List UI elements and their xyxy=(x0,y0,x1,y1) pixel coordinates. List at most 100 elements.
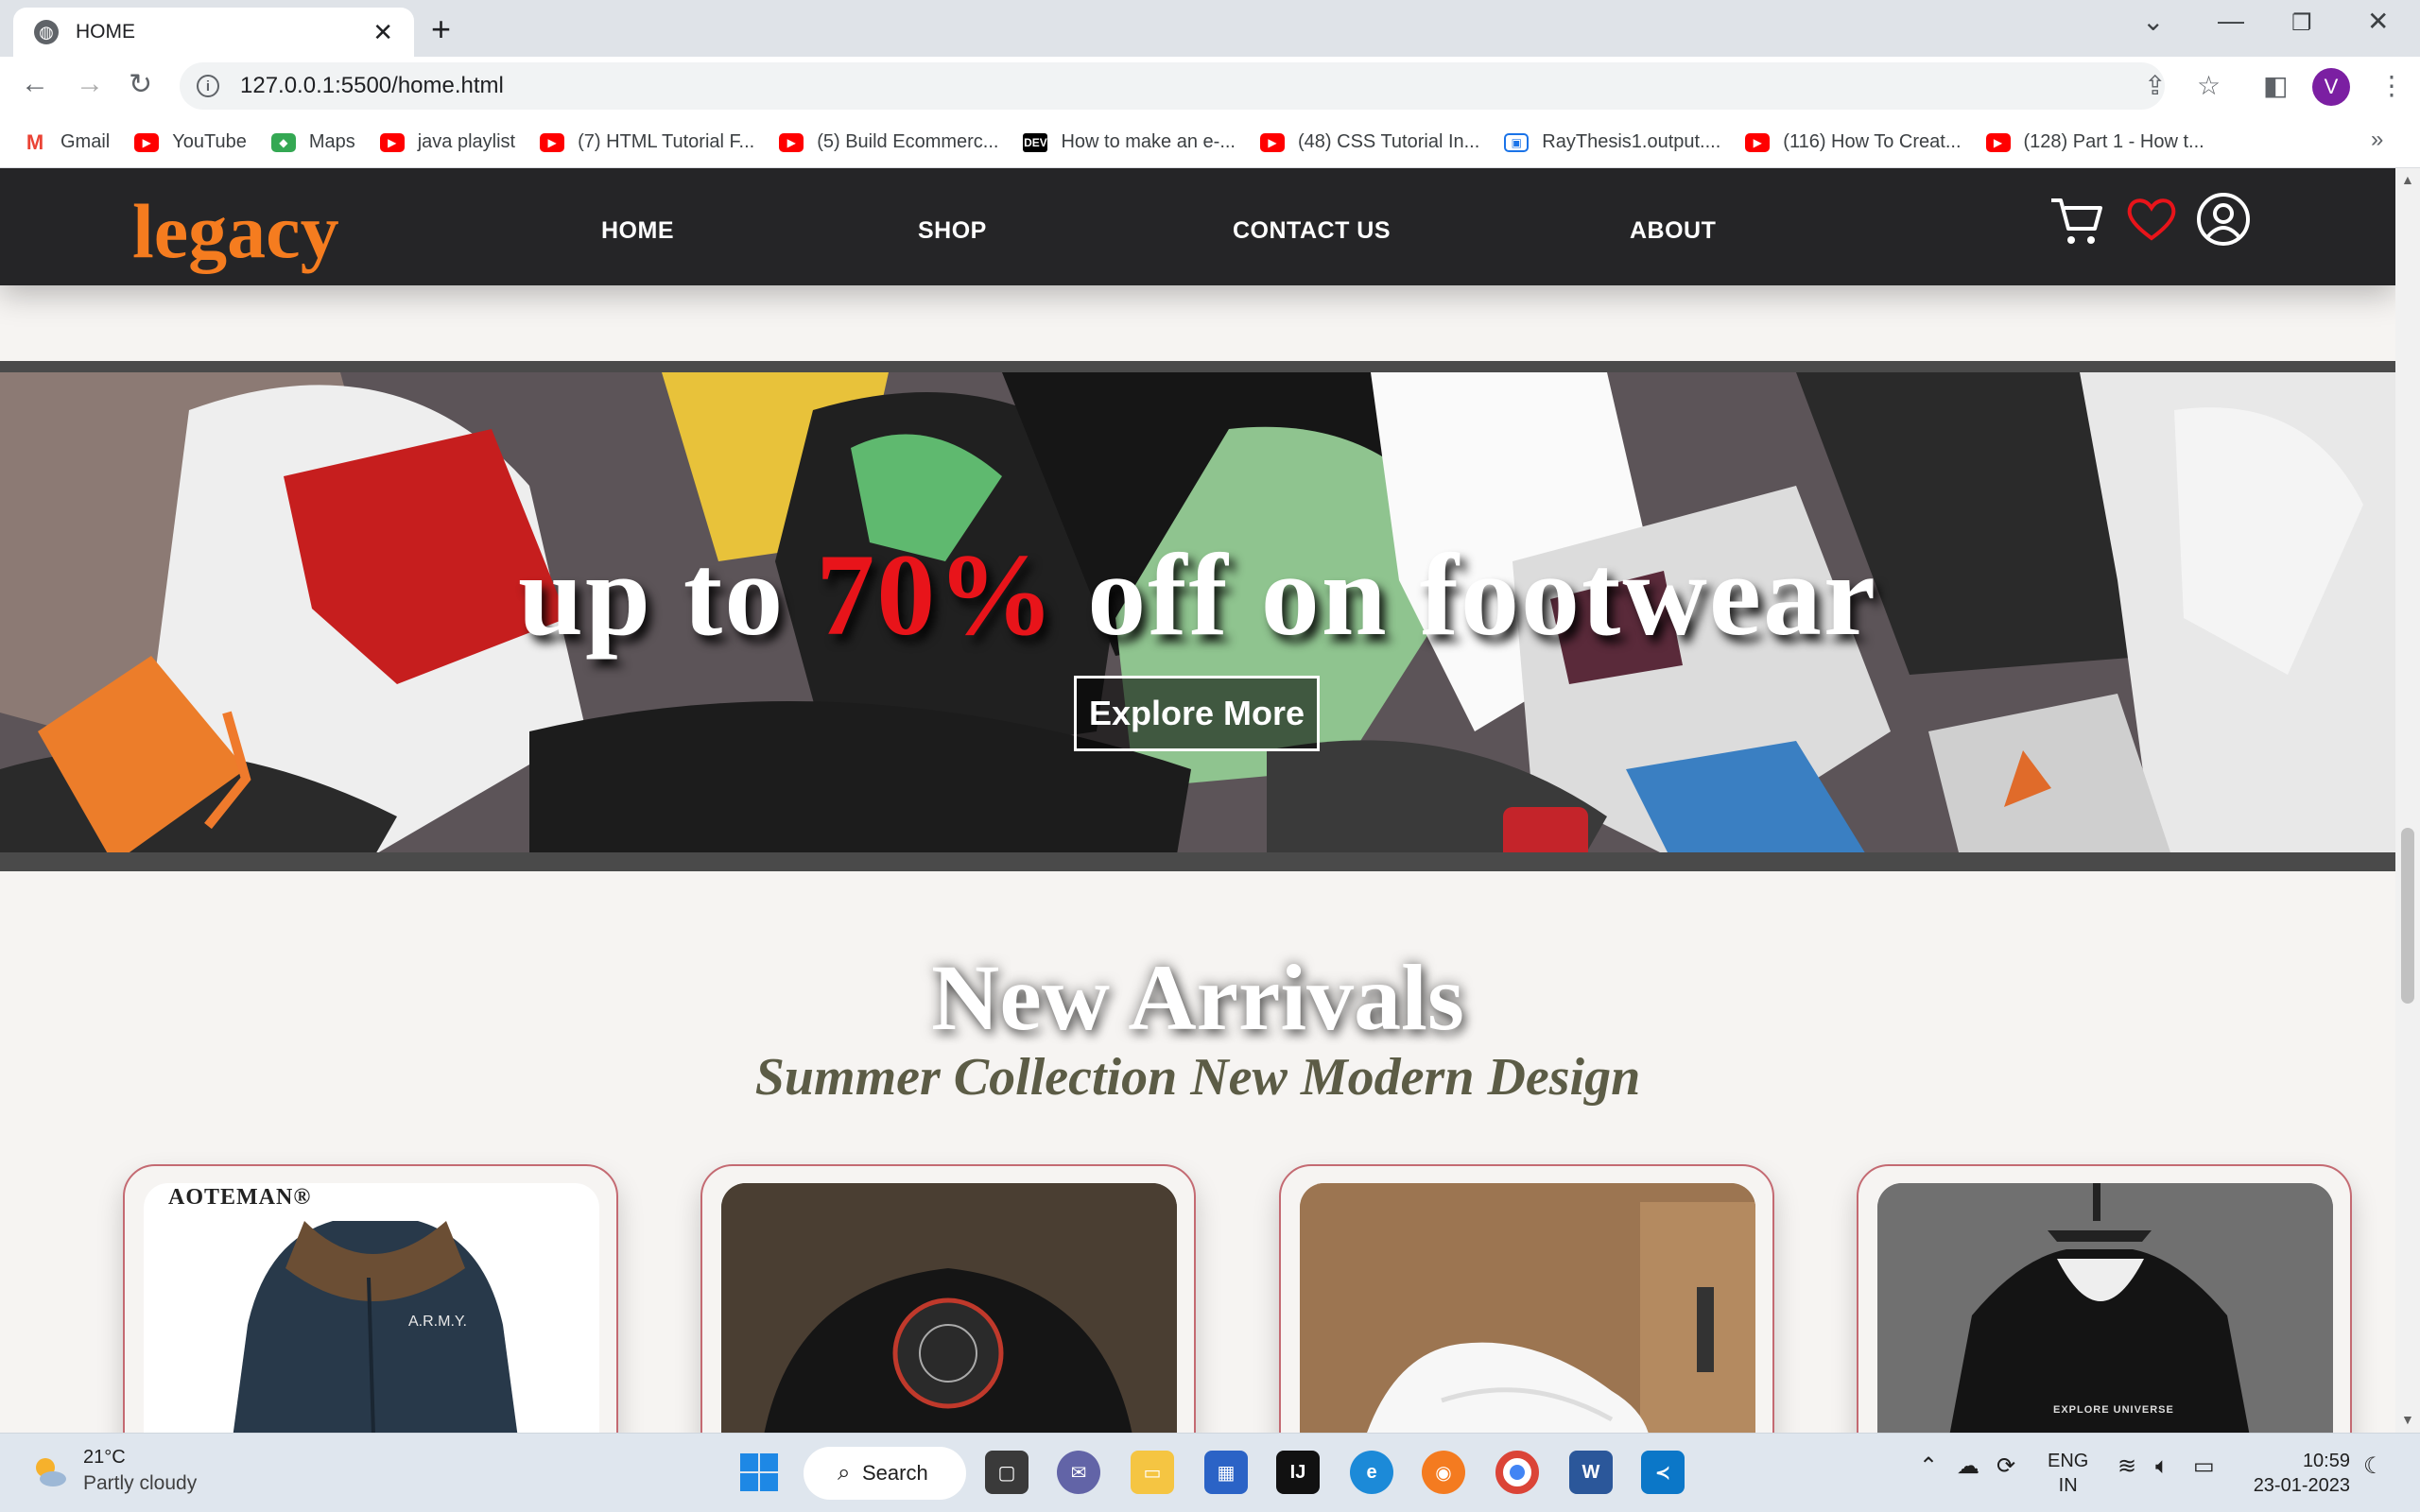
new-tab-button[interactable]: + xyxy=(431,9,451,49)
product-card[interactable] xyxy=(1279,1164,1774,1433)
bookmark-label: java playlist xyxy=(417,131,516,152)
close-tab-icon[interactable]: ✕ xyxy=(372,18,393,47)
heart-wishlist-icon[interactable] xyxy=(2125,195,2178,244)
site-info-icon[interactable]: i xyxy=(197,75,219,97)
bookmark-item[interactable]: M Gmail xyxy=(23,130,110,154)
file-explorer-icon[interactable]: ▭ xyxy=(1131,1451,1174,1494)
url-text: 127.0.0.1:5500/home.html xyxy=(240,73,504,98)
menu-kebab-icon[interactable]: ⋮ xyxy=(2378,70,2405,101)
product-jacket-tag: A.R.M.Y. xyxy=(408,1314,467,1330)
youtube-icon: ▶ xyxy=(540,132,565,152)
bookmark-item[interactable]: DEV How to make an e-... xyxy=(1023,131,1236,153)
tray-overflow-chevron-icon[interactable]: ⌃ xyxy=(1919,1454,1938,1479)
language-indicator[interactable]: ENG IN xyxy=(2048,1449,2088,1498)
word-icon[interactable]: W xyxy=(1569,1451,1613,1494)
hero-headline: up to 70% off on footwear xyxy=(0,528,2395,662)
nav-link-about[interactable]: ABOUT xyxy=(1630,217,1716,245)
nav-link-home[interactable]: HOME xyxy=(601,217,674,245)
cap-illustration xyxy=(721,1183,1177,1433)
bookmark-item[interactable]: ◆ Maps xyxy=(270,131,355,153)
teams-chat-icon[interactable]: ✉ xyxy=(1057,1451,1100,1494)
bookmark-item[interactable]: ▶ java playlist xyxy=(379,131,516,153)
product-image-sneaker xyxy=(1300,1183,1755,1433)
bookmarks-bar: M Gmail ▶ YouTube ◆ Maps ▶ java playlist ▶ (7) HT… xyxy=(0,117,2420,168)
reload-icon[interactable]: ↻ xyxy=(129,68,152,101)
profile-avatar[interactable]: V xyxy=(2312,68,2350,106)
bookmark-label: Maps xyxy=(308,131,355,152)
page-scrollbar[interactable]: ▲ ▼ xyxy=(2395,168,2420,1433)
minimize-icon[interactable]: — xyxy=(2218,6,2244,36)
bookmark-star-icon[interactable]: ☆ xyxy=(2197,70,2221,101)
bookmark-label: (48) CSS Tutorial In... xyxy=(1298,131,1480,152)
onedrive-cloud-icon[interactable]: ☁ xyxy=(1957,1454,1979,1479)
language-region: IN xyxy=(2058,1475,2078,1496)
product-card[interactable]: EXPLORE UNIVERSE xyxy=(1857,1164,2352,1433)
notifications-moon-icon[interactable]: ☾ xyxy=(2363,1454,2384,1479)
scroll-up-arrow-icon[interactable]: ▲ xyxy=(2401,172,2414,187)
clock-time: 10:59 xyxy=(2302,1451,2350,1471)
side-panel-icon[interactable]: ◧ xyxy=(2263,70,2288,101)
hoodie-illustration xyxy=(1877,1183,2333,1433)
clock-date: 23-01-2023 xyxy=(2253,1475,2350,1496)
bookmark-item[interactable]: ▶ (7) HTML Tutorial F... xyxy=(540,131,754,153)
browser-tab-home[interactable]: ◍ HOME ✕ xyxy=(13,8,414,57)
clock[interactable]: 10:59 23-01-2023 xyxy=(2246,1449,2350,1498)
hero-banner: up to 70% off on footwear xyxy=(0,361,2395,871)
product-brand-label: AOTEMAN® xyxy=(168,1185,312,1210)
product-hoodie-tag: EXPLORE UNIVERSE xyxy=(2053,1404,2174,1416)
back-arrow-icon[interactable]: ← xyxy=(21,68,49,100)
bookmark-item[interactable]: ▶ YouTube xyxy=(134,131,247,153)
nav-link-contact[interactable]: CONTACT US xyxy=(1233,217,1391,245)
bookmark-item[interactable]: ▶ (48) CSS Tutorial In... xyxy=(1260,131,1479,153)
volume-icon[interactable]: 🔈︎ xyxy=(2155,1454,2169,1479)
vscode-icon[interactable]: ≺ xyxy=(1641,1451,1685,1494)
taskbar-search[interactable]: ⌕ Search xyxy=(804,1447,966,1500)
nav-link-shop[interactable]: SHOP xyxy=(918,217,987,245)
share-icon[interactable]: ⇪ xyxy=(2144,70,2166,101)
youtube-icon: ▶ xyxy=(134,132,160,152)
bookmark-label: How to make an e-... xyxy=(1061,131,1236,152)
battery-icon[interactable]: ▭ xyxy=(2193,1454,2215,1479)
scrollbar-thumb[interactable] xyxy=(2401,828,2414,1004)
jacket-illustration xyxy=(233,1221,518,1433)
bookmark-item[interactable]: ▶ (5) Build Ecommerc... xyxy=(779,131,998,153)
product-card[interactable] xyxy=(700,1164,1196,1433)
chrome-icon[interactable] xyxy=(1495,1451,1539,1494)
windows-taskbar: 21°C Partly cloudy ⌕ Search ▢ ✉ ▭ ▦ IJ e… xyxy=(0,1433,2420,1512)
bookmark-item[interactable]: ▶ (116) How To Creat... xyxy=(1745,131,1962,153)
bookmark-label: (5) Build Ecommerc... xyxy=(817,131,999,152)
site-logo[interactable]: legacy xyxy=(132,187,339,276)
weather-temperature: 21°C xyxy=(83,1447,126,1468)
close-window-icon[interactable]: ✕ xyxy=(2367,6,2389,37)
bookmarks-more-icon[interactable]: » xyxy=(2371,127,2399,153)
new-arrivals-subtitle: Summer Collection New Modern Design xyxy=(754,1048,1641,1107)
user-account-icon[interactable] xyxy=(2195,191,2252,248)
restore-icon[interactable]: ❐ xyxy=(2291,9,2312,37)
bookmark-label: (7) HTML Tutorial F... xyxy=(578,131,755,152)
firefox-icon[interactable]: ◉ xyxy=(1422,1451,1465,1494)
product-image-hoodie: EXPLORE UNIVERSE xyxy=(1877,1183,2333,1433)
partly-cloudy-icon xyxy=(36,1457,66,1486)
bookmark-item[interactable]: ▣ RayThesis1.output.... xyxy=(1504,131,1720,153)
sync-icon[interactable]: ⟳ xyxy=(1996,1454,2015,1479)
intellij-icon[interactable]: IJ xyxy=(1276,1451,1320,1494)
product-card[interactable]: A.R.M.Y. AOTEMAN® xyxy=(123,1164,618,1433)
tab-search-chevron-icon[interactable]: ⌄ xyxy=(2142,6,2164,37)
microsoft-store-icon[interactable]: ▦ xyxy=(1204,1451,1248,1494)
edge-browser-icon[interactable]: e xyxy=(1350,1451,1393,1494)
cart-icon[interactable] xyxy=(2048,193,2104,249)
hero-discount-highlight: 70% xyxy=(816,530,1057,660)
scroll-down-arrow-icon[interactable]: ▼ xyxy=(2401,1412,2414,1427)
wifi-icon[interactable]: ≋ xyxy=(2118,1454,2136,1479)
task-view-icon[interactable]: ▢ xyxy=(985,1451,1028,1494)
explore-more-button[interactable]: Explore More xyxy=(1074,676,1320,751)
weather-widget[interactable]: 21°C Partly cloudy xyxy=(28,1447,197,1495)
bookmark-item[interactable]: ▶ (128) Part 1 - How t... xyxy=(1985,131,2204,153)
forward-arrow-icon[interactable]: → xyxy=(76,68,104,100)
bookmark-label: (128) Part 1 - How t... xyxy=(2023,131,2204,152)
browser-toolbar: ← → ↻ i 127.0.0.1:5500/home.html ⇪ ☆ ◧ ⋮ xyxy=(0,57,2420,117)
address-bar[interactable]: i 127.0.0.1:5500/home.html xyxy=(180,62,2165,110)
dev-icon: DEV xyxy=(1023,132,1048,152)
windows-start-icon[interactable] xyxy=(737,1451,781,1494)
bookmark-label: (116) How To Creat... xyxy=(1783,131,1962,152)
